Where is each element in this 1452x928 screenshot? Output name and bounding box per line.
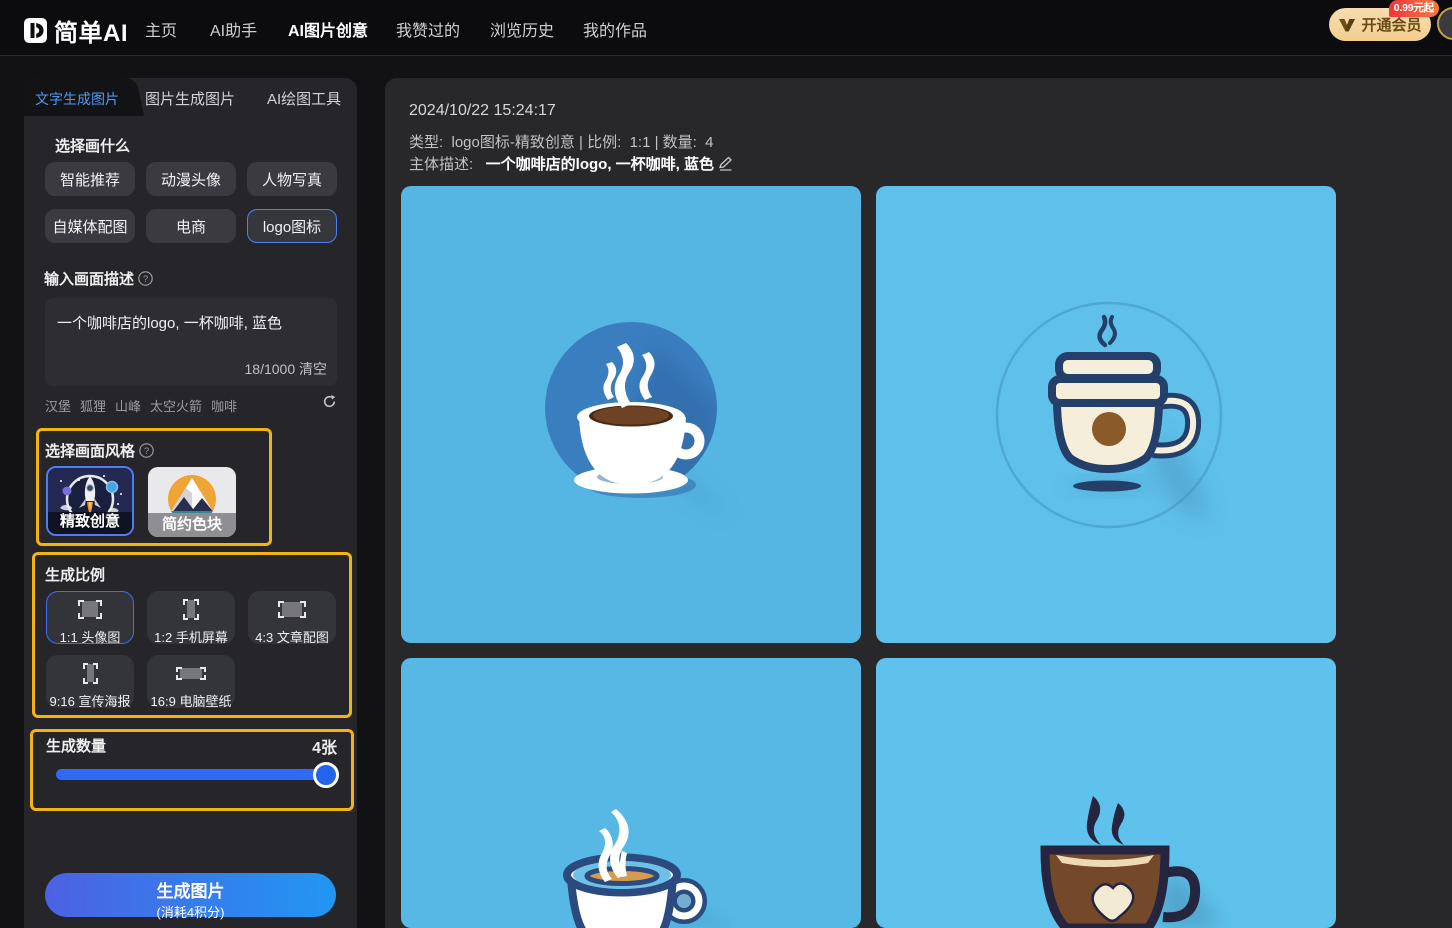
svg-text:?: ? xyxy=(144,446,149,457)
svg-text:?: ? xyxy=(143,274,148,285)
